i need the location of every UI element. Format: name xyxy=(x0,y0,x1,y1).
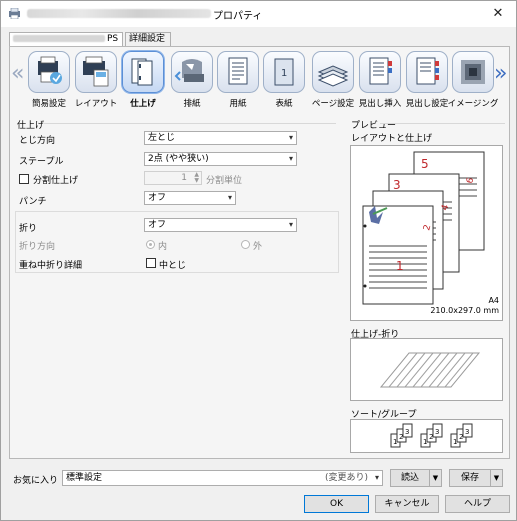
split-unit-spinner[interactable]: 1 ▲ ▼ xyxy=(144,171,202,185)
load-button-label: 読込 xyxy=(400,473,419,483)
close-icon[interactable]: ✕ xyxy=(488,4,508,24)
punch-value: オフ xyxy=(148,193,167,203)
load-button[interactable]: 読込 ▼ xyxy=(390,469,442,487)
save-button[interactable]: 保存 ▼ xyxy=(449,469,503,487)
tab-insert-icon xyxy=(369,57,392,85)
section-divider xyxy=(380,123,505,124)
saddle-stitch-label: 中とじ xyxy=(159,261,187,271)
settings-panel: « 簡易設定 レイアウト 仕上げ 排紙 用紙 1 表紙 ページ設定 見出し挿入 … xyxy=(9,46,510,459)
staple-label: ステープル xyxy=(19,157,64,167)
fold-in-label: 内 xyxy=(158,242,168,252)
output-icon xyxy=(174,59,204,82)
split-finishing-checkbox[interactable] xyxy=(19,174,29,184)
favorites-label: お気に入り xyxy=(13,476,59,486)
window-title: プロパティ xyxy=(213,11,263,22)
chevron-down-icon: ▾ xyxy=(288,133,293,142)
svg-text:1: 1 xyxy=(281,68,287,79)
finishing-icon xyxy=(131,58,153,86)
imaging-icon xyxy=(461,60,485,84)
split-finishing-label: 分割仕上げ xyxy=(33,176,79,186)
fold-value: オフ xyxy=(148,220,167,230)
quick-setup-icon xyxy=(38,56,62,84)
sort-preview: 1 2 3 1 2 3 1 2 3 xyxy=(350,419,503,453)
section-divider xyxy=(44,123,336,124)
favorites-changed-note: (変更あり) xyxy=(324,473,368,483)
staple-value: 2点 (やや狭い) xyxy=(148,154,209,164)
tab-settings-icon xyxy=(416,57,439,85)
chevron-down-icon[interactable]: ▼ xyxy=(490,470,502,486)
tab-advanced-label: 詳細設定 xyxy=(129,34,166,44)
fold-in-radio[interactable] xyxy=(146,240,155,249)
favorites-select[interactable]: 標準設定 (変更あり) ▾ xyxy=(62,470,383,486)
sort-number: 3 xyxy=(435,428,439,436)
tab-ps-label: PS xyxy=(107,34,119,44)
page-setup-icon xyxy=(317,65,349,87)
printer-name-redacted xyxy=(27,9,211,18)
fold-label: 折り xyxy=(19,224,38,234)
layout-preview-label: レイアウトと仕上げ xyxy=(351,134,433,144)
ok-button[interactable]: OK xyxy=(304,495,369,513)
layout-icon xyxy=(83,56,109,87)
page-number: 3 xyxy=(393,178,401,192)
paper-dimensions: 210.0x297.0 mm xyxy=(430,306,499,315)
save-button-label: 保存 xyxy=(460,473,479,483)
tab-ps[interactable]: PS xyxy=(9,32,123,46)
split-value: 1 xyxy=(181,173,187,183)
printer-app-icon xyxy=(9,8,20,19)
tab-name-redacted xyxy=(13,35,105,42)
layout-preview: 1 2 3 4 5 6 A4 210.0x297.0 mm xyxy=(350,145,503,321)
punch-select[interactable]: オフ ▾ xyxy=(144,191,236,205)
saddle-detail-label: 重ね中折り詳細 xyxy=(19,261,83,271)
staple-select[interactable]: 2点 (やや狭い) ▾ xyxy=(144,152,297,166)
category-toolbar: « 簡易設定 レイアウト 仕上げ 排紙 用紙 1 表紙 ページ設定 見出し挿入 … xyxy=(10,47,509,109)
preview-section-title: プレビュー xyxy=(351,121,397,131)
sort-number: 3 xyxy=(465,428,469,436)
punch-label: パンチ xyxy=(19,197,47,207)
chevron-down-icon: ▾ xyxy=(374,473,379,482)
spin-arrows-icon: ▲ ▼ xyxy=(194,171,199,184)
printer-properties-dialog: プロパティ ✕ PS 詳細設定 « 簡易設定 レイアウト 仕上げ 排紙 用紙 1… xyxy=(0,0,517,521)
cancel-button[interactable]: キャンセル xyxy=(375,495,439,513)
scroll-left-icon[interactable]: « xyxy=(11,63,24,85)
page-number: 5 xyxy=(421,157,429,171)
title-bar: プロパティ ✕ xyxy=(1,1,516,27)
cover-icon: 1 xyxy=(274,58,294,86)
paper-size: A4 xyxy=(488,296,499,305)
favorites-value: 標準設定 xyxy=(66,473,103,483)
split-unit-label: 分割単位 xyxy=(206,176,243,186)
sort-preview-image: 1 2 3 1 2 3 1 2 3 xyxy=(390,423,473,448)
chevron-down-icon: ▾ xyxy=(227,193,232,202)
binding-select[interactable]: 左とじ ▾ xyxy=(144,131,297,145)
fold-preview-image xyxy=(379,352,481,388)
scroll-right-icon[interactable]: » xyxy=(494,63,507,85)
booklet-preview-image: 1 2 3 4 5 6 xyxy=(362,151,485,305)
binding-value: 左とじ xyxy=(148,133,176,143)
tab-advanced[interactable]: 詳細設定 xyxy=(125,32,171,46)
binding-label: とじ方向 xyxy=(19,136,56,146)
chevron-down-icon: ▾ xyxy=(288,220,293,229)
fold-direction-label: 折り方向 xyxy=(19,242,56,252)
saddle-stitch-checkbox[interactable] xyxy=(146,258,156,268)
fold-out-label: 外 xyxy=(253,242,263,252)
fold-preview xyxy=(350,338,503,401)
chevron-down-icon[interactable]: ▼ xyxy=(429,470,441,486)
paper-icon xyxy=(228,57,248,85)
finishing-section-title: 仕上げ xyxy=(17,121,45,131)
sort-number: 3 xyxy=(405,428,409,436)
help-button[interactable]: ヘルプ xyxy=(445,495,510,513)
toolbar-label: イメージング xyxy=(447,99,499,109)
fold-select[interactable]: オフ ▾ xyxy=(144,218,297,232)
chevron-down-icon: ▾ xyxy=(288,154,293,163)
page-number: 1 xyxy=(396,259,404,273)
toolbar-item-imaging[interactable]: イメージング xyxy=(448,51,498,109)
fold-out-radio[interactable] xyxy=(241,240,250,249)
